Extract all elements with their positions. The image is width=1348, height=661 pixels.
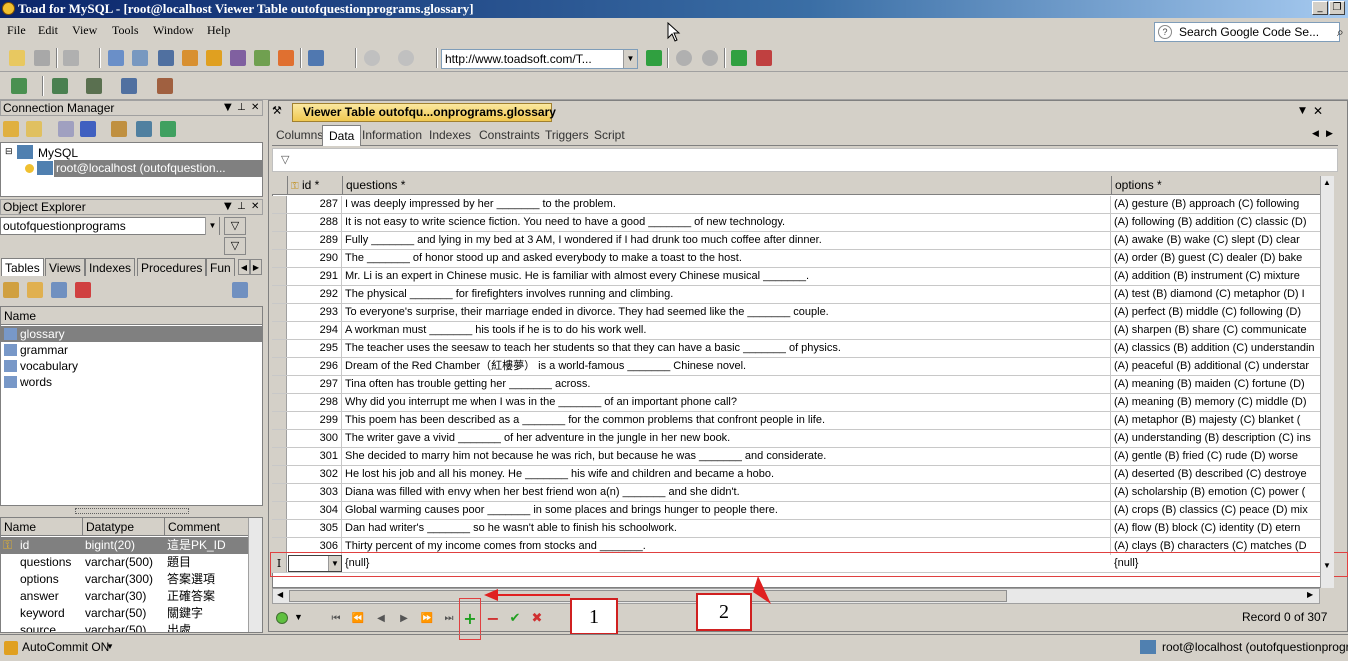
arrow-1-head <box>484 589 498 601</box>
autocommit-icon <box>4 641 18 655</box>
callout-2: 2 <box>696 593 752 631</box>
autocommit-status[interactable]: AutoCommit ON <box>22 640 109 654</box>
annotation-arrows <box>484 576 771 604</box>
autocommit-dropdown-icon[interactable]: ▼ <box>106 642 114 651</box>
connection-status: root@localhost (outofquestionprograms <box>1162 640 1348 654</box>
status-bar: AutoCommit ON ▼ root@localhost (outofque… <box>0 634 1348 661</box>
arrow-2-head <box>753 576 771 604</box>
mouse-cursor-icon <box>667 22 681 42</box>
connection-icon <box>1140 640 1156 654</box>
callout-1: 1 <box>570 598 618 635</box>
